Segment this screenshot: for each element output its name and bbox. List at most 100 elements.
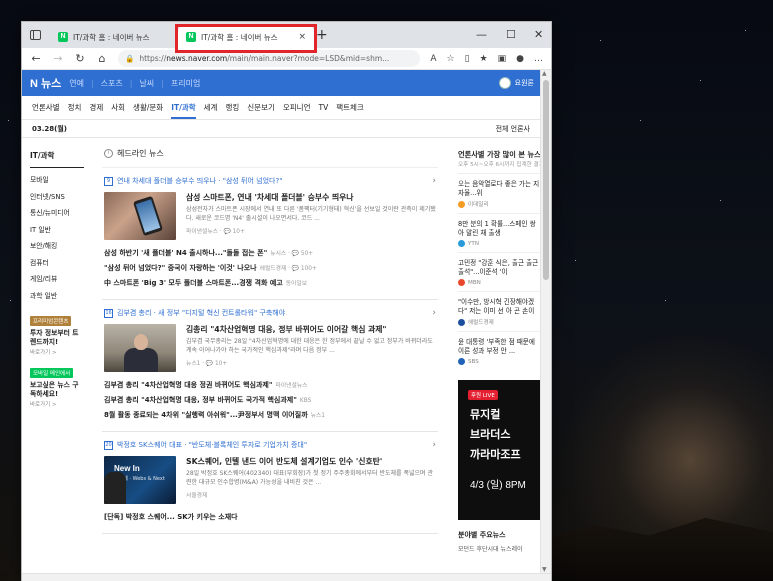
article-title[interactable]: 삼성 스마트폰, 연내 '차세대 폴더블' 승부수 띄우나 (186, 192, 438, 203)
cluster-header[interactable]: 16 김부겸 총리 · 새 정부 "디지털 혁신 컨트롤타워" 구축해야 › (102, 300, 438, 324)
related-article[interactable]: "삼성 뒤어 넘었다?" 중국이 자랑하는 '이것' 나오나 헤럴드경제 · 💬 … (104, 261, 438, 276)
article-summary: 28일 박정호 SK스퀘어(402340) 대표(부회장)가 첫 정기 주주총회… (186, 470, 433, 486)
nav-politics[interactable]: 정치 (68, 102, 82, 113)
promo-link: 바로가기 > (30, 402, 57, 408)
home-icon[interactable]: ⌂ (96, 52, 108, 65)
related-article[interactable]: 김부겸 총리 "4차산업혁명 대응 정권 바뀌어도 핵심과제" 파이낸셜뉴스 (104, 378, 438, 393)
sidebar-item-computer[interactable]: 컴퓨터 (30, 255, 88, 272)
most-viewed-item[interactable]: 오는 음악열로다 좋은 가는 지자율...위 이데일리 (458, 173, 540, 213)
gnb-weather[interactable]: 날씨 (139, 78, 154, 89)
article-thumbnail[interactable] (104, 192, 176, 240)
highlight-box (175, 24, 317, 53)
sidebar-item-games[interactable]: 게임/리뷰 (30, 271, 88, 288)
press-logo-icon (458, 279, 465, 286)
most-viewed-item[interactable]: 8만 분의 1 확률...스페인 쌍아 말린 채 출생 YTN (458, 213, 540, 252)
sidebar-item-security[interactable]: 보안/해킹 (30, 238, 88, 255)
nav-ranking[interactable]: 랭킹 (225, 102, 239, 113)
nav-society[interactable]: 사회 (111, 102, 125, 113)
section-news-item[interactable]: 모던드 후단시대 뉴스레이 (458, 544, 540, 553)
promo-premium[interactable]: 프리미엄콘텐츠 투자 정보부터 트렌드까지! 바로가기 > (30, 316, 82, 356)
read-aloud-icon[interactable]: A (430, 54, 436, 64)
related-articles: 삼성 하반기 '새 폴더블' N4 출시하나..."돌돌 접는 폰" 뉴시스 · … (102, 240, 438, 291)
scroll-up-icon[interactable]: ▲ (542, 70, 547, 77)
press-logo-icon (458, 358, 465, 365)
nav-opinion[interactable]: 오피니언 (283, 102, 311, 113)
nav-press[interactable]: 언론사별 (32, 102, 60, 113)
promo-tag: 프리미엄콘텐츠 (30, 316, 72, 326)
profile-icon[interactable]: ● (516, 54, 524, 64)
cluster-count: 20 (104, 440, 113, 450)
sidebar-title: IT/과학 (30, 140, 84, 168)
lead-article[interactable]: 김총리 "4차산업혁명 대응, 정부 바뀌어도 이어갈 핵심 과제" 김부겸 국… (102, 324, 438, 372)
gnb-sports[interactable]: 스포츠 (101, 78, 123, 89)
scroll-down-icon[interactable]: ▼ (542, 566, 547, 573)
new-tab-button[interactable]: + (316, 27, 328, 43)
article-thumbnail[interactable]: New In 반도체 · Webs & Next Platf (104, 456, 176, 504)
most-viewed-item[interactable]: "이수만, 방시혁 긴장해야겠다" 저는 이미 선 아 곤 손이 합쳐 '이 헤… (458, 291, 540, 331)
favorite-star-icon[interactable]: ☆ (447, 54, 455, 64)
nav-world[interactable]: 세계 (204, 102, 218, 113)
article-title[interactable]: 김총리 "4차산업혁명 대응, 정부 바뀌어도 이어갈 핵심 과제" (186, 324, 438, 335)
date-label: 03.28(월) (32, 124, 67, 133)
related-article[interactable]: 삼성 하반기 '새 폴더블' N4 출시하나..."돌돌 접는 폰" 뉴시스 · … (104, 246, 438, 261)
lead-article[interactable]: New In 반도체 · Webs & Next Platf SK스퀘어, 인텔… (102, 456, 438, 504)
headline-header: i 헤드라인 뉴스 (102, 140, 438, 168)
most-viewed-item[interactable]: 고민정 "강훈 식은, 출근 출근 출석"...이준석 '이 MBN (458, 252, 540, 291)
back-arrow-icon[interactable]: ← (30, 52, 42, 65)
related-article[interactable]: 8월 활동 종료되는 4차위 "실행력 아쉬워"...尹정부서 명맥 이어질까 뉴… (104, 408, 438, 423)
sidebar: IT/과학 모바일 인터넷/SNS 통신/뉴미디어 IT 일반 보안/해킹 컴퓨… (22, 140, 88, 408)
cluster-header[interactable]: 20 박정호 SK스퀘어 대표 · "반도체·블록체인 투자로 기업가치 증대"… (102, 432, 438, 456)
naver-logo[interactable]: N 뉴스 (30, 75, 61, 91)
sidebar-item-internet[interactable]: 인터넷/SNS (30, 189, 88, 206)
minimize-button[interactable]: — (476, 28, 487, 41)
nav-factcheck[interactable]: 팩트체크 (336, 102, 364, 113)
forward-arrow-icon[interactable]: → (52, 52, 64, 65)
favorites-icon[interactable]: ★ (480, 54, 488, 64)
article-title[interactable]: SK스퀘어, 인텔 낸드 이어 반도체 설계기업도 인수 '신호탄' (186, 456, 438, 467)
nav-tv[interactable]: TV (318, 103, 328, 112)
related-article[interactable]: 김부겸 총리 "4차산업혁명 대응, 정부 바뀌어도 국가적 핵심과제" KBS (104, 393, 438, 408)
split-screen-icon[interactable]: ▯ (465, 54, 470, 64)
most-viewed-sub: 오후 5시~오후 6시까지 집계한 결과입니다. (458, 162, 540, 168)
url-host: news.naver.com (166, 54, 228, 63)
horizontal-scrollbar[interactable] (22, 573, 551, 581)
sidebar-item-science[interactable]: 과학 일반 (30, 288, 88, 305)
sidebar-item-mobile[interactable]: 모바일 (30, 172, 88, 189)
related-article[interactable]: [단독] 박정호 스퀘어... SK가 키우는 소재다 (104, 510, 438, 525)
nav-life[interactable]: 생활/문화 (133, 102, 163, 113)
nav-economy[interactable]: 경제 (89, 102, 103, 113)
sidebar-item-it-general[interactable]: IT 일반 (30, 222, 88, 239)
gnb-premium[interactable]: 프리미엄 (171, 78, 200, 89)
all-press-link[interactable]: 전체 언론사 (496, 124, 530, 134)
maximize-button[interactable]: ☐ (506, 28, 516, 41)
nav-newspaper[interactable]: 신문보기 (247, 102, 275, 113)
more-menu-icon[interactable]: … (534, 54, 543, 64)
article-meta: 서울경제 (186, 493, 208, 499)
scroll-thumb[interactable] (543, 80, 549, 280)
sidebar-item-telecom[interactable]: 통신/뉴미디어 (30, 205, 88, 222)
related-article[interactable]: 中 스마트폰 'Big 3' 모두 폴더블 스마트폰...경쟁 격화 예고 동아일… (104, 276, 438, 291)
section-news-title: 분야별 주요뉴스 (458, 531, 506, 539)
most-viewed-item[interactable]: 윤 대통령 '부족한 점 때문에 이른 성과 부정 안 ... SBS (458, 331, 540, 370)
user-menu[interactable]: 요원론 (498, 77, 534, 89)
cluster-header[interactable]: 9 연내 차세대 폴더블 승부수 띄우나 · "삼성 뒤어 넘었다?" › (102, 168, 438, 192)
promo-title: 투자 정보부터 트렌드까지! (30, 329, 79, 346)
cluster-title: 김부겸 총리 · 새 정부 "디지털 혁신 컨트롤타워" 구축해야 (117, 309, 286, 317)
tab-actions-icon[interactable] (30, 30, 41, 40)
vertical-scrollbar[interactable]: ▲ ▼ (540, 70, 551, 573)
cluster-count: 16 (104, 308, 113, 318)
close-window-button[interactable]: ✕ (534, 28, 543, 41)
promo-subscribe[interactable]: 모바일 메인에서 보고싶은 뉴스 구독하세요! 바로가기 > (30, 368, 82, 408)
article-thumbnail[interactable] (104, 324, 176, 372)
article-meta: 파이낸셜뉴스 · 💬 10+ (186, 229, 245, 235)
chevron-right-icon: › (432, 176, 436, 186)
article-summary: 김부겸 국무총리는 28일 "4차산업혁명에 대한 대응은 한 정부에서 끝날 … (186, 338, 433, 354)
gnb-entertainment[interactable]: 연예 (69, 78, 84, 89)
ad-banner[interactable]: 후원 LIVE 뮤지컬 브라더스 까라마조프 4/3 (일) 8PM (458, 380, 540, 520)
info-icon[interactable]: i (104, 149, 113, 158)
nav-it-science[interactable]: IT/과학 (171, 102, 196, 119)
lead-article[interactable]: 삼성 스마트폰, 연내 '차세대 폴더블' 승부수 띄우나 삼성전자가 스마트폰… (102, 192, 438, 240)
lock-icon: 🔒 (125, 54, 135, 63)
refresh-icon[interactable]: ↻ (74, 52, 86, 65)
collections-icon[interactable]: ▣ (498, 54, 507, 64)
